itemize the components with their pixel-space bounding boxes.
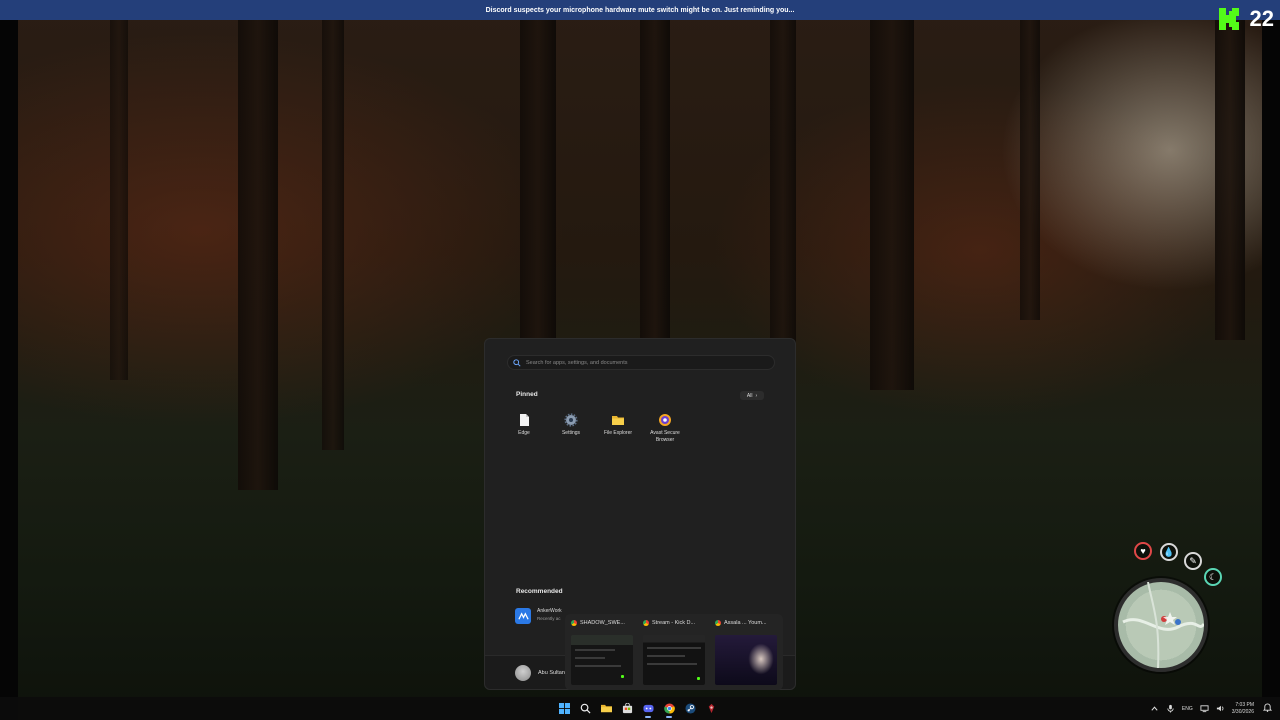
notification-bell-icon[interactable] [1263,703,1272,712]
window-thumbnail[interactable]: Stream - Kick D... [639,617,707,687]
taskbar-discord[interactable] [640,700,656,718]
start-search-box[interactable] [507,355,775,370]
pinned-app-settings[interactable]: Settings [548,413,594,437]
pinned-app-avast-browser[interactable]: Avast Secure Browser [642,413,688,444]
window-thumbnail-title: Assala ... Youm... [724,620,767,626]
window-thumbnail[interactable]: SHADOW_SWE... [567,617,635,687]
tree-trunk [870,20,914,390]
window-preview-image [571,635,633,685]
search-icon [513,358,521,367]
pinned-app-label: Edge [518,430,530,436]
game-hud: ♥ 💧 ✎ ☾ [1110,538,1230,678]
water-drop-icon: 💧 [1160,543,1178,561]
letterbox-right [1262,20,1280,720]
discord-icon [642,704,654,712]
window-preview-image [643,635,705,685]
taskbar-game[interactable] [703,700,719,716]
chevron-up-icon[interactable] [1150,704,1159,713]
clock-time: 7:03 PM [1235,701,1254,708]
search-input[interactable] [526,359,766,366]
chrome-icon [663,702,675,714]
language-indicator[interactable]: ENG [1182,706,1193,712]
chevron-right-icon: › [755,392,758,399]
letterbox-left [0,20,18,720]
tree-trunk [520,20,556,350]
recommended-item[interactable]: AnkerWork Recently ac [515,608,562,624]
pinned-app-label: Avast Secure Browser [650,430,680,443]
recommended-item-subtitle: Recently ac [537,616,561,621]
store-icon [622,702,632,713]
taskbar-chrome[interactable] [661,700,677,718]
tree-trunk [110,20,128,380]
document-icon [520,414,529,426]
recommended-item-name: AnkerWork [537,608,562,614]
window-preview-image [715,635,777,685]
pinned-heading: Pinned [516,391,538,398]
search-icon [580,703,591,714]
taskbar-steam[interactable] [682,700,698,716]
user-account-button[interactable]: Abu Sultan [515,665,565,681]
pinned-app-label: File Explorer [603,430,633,436]
system-tray: ENG 7:03 PM 3/30/2026 [1150,700,1254,717]
food-icon: ✎ [1184,552,1202,570]
minimap[interactable] [1114,578,1208,672]
microphone-icon[interactable] [1166,704,1175,713]
avatar [515,665,531,681]
user-name: Abu Sultan [538,670,565,676]
chrome-icon [571,620,577,626]
taskbar-store[interactable] [619,700,635,716]
banner-text: Discord suspects your microphone hardwar… [485,6,795,14]
clock-date: 3/30/2026 [1231,708,1254,715]
tree-trunk [770,20,796,350]
pinned-app-edge[interactable]: Edge [501,413,547,437]
clock[interactable]: 7:03 PM 3/30/2026 [1232,702,1254,716]
pinned-app-file-explorer[interactable]: File Explorer [595,413,641,437]
avast-browser-icon [659,414,671,426]
window-thumbnail-title: Stream - Kick D... [652,620,696,626]
tree-trunk [238,20,278,490]
tree-trunk [322,20,344,450]
chrome-icon [643,620,649,626]
recommended-heading: Recommended [516,588,563,595]
start-icon [558,702,570,714]
taskbar-file-explorer[interactable] [598,700,614,716]
all-apps-label: All [746,392,753,399]
viewer-count: 22 [1249,6,1274,31]
taskbar-thumbnail-popup: SHADOW_SWE... Stream - Kick D... Assala … [565,614,783,690]
kick-viewer-overlay: 22 [1218,6,1274,32]
notification-banner[interactable]: Discord suspects your microphone hardwar… [0,0,1280,20]
tree-trunk [1215,20,1245,340]
game-icon [708,703,714,713]
chrome-icon [715,620,721,626]
health-stat-icon: ♥ [1134,542,1152,560]
volume-icon[interactable] [1216,704,1225,713]
file-explorer-icon [600,704,612,712]
tree-trunk [640,20,670,340]
start-button[interactable] [556,700,572,716]
pinned-app-label: Settings [561,430,581,436]
all-apps-button[interactable]: All › [740,391,764,400]
tree-trunk [1020,20,1040,320]
folder-icon [612,416,624,425]
window-thumbnail-title: SHADOW_SWE... [580,620,625,626]
taskbar-search-button[interactable] [577,700,593,716]
gear-icon [564,413,578,427]
window-thumbnail[interactable]: Assala ... Youm... [711,617,779,687]
network-icon[interactable] [1200,704,1209,713]
taskbar: ENG 7:03 PM 3/30/2026 [0,697,1280,720]
steam-icon [684,702,696,714]
ankerwork-icon [515,608,531,624]
kick-logo-icon [1218,7,1242,31]
